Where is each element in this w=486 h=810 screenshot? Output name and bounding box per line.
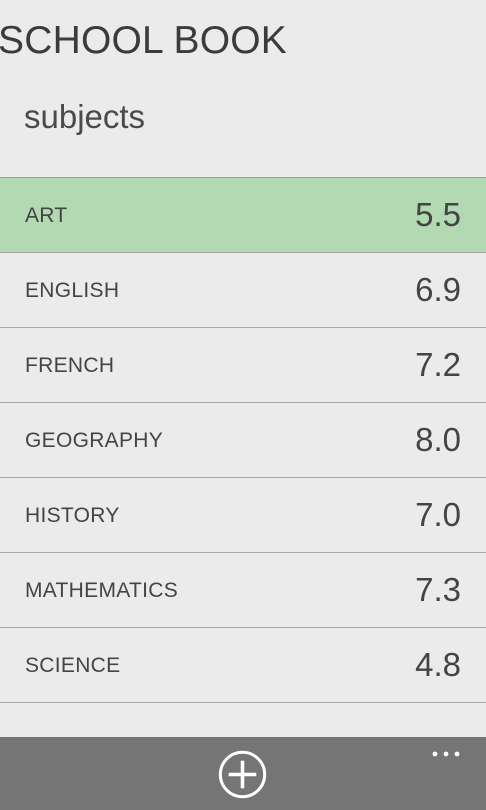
subject-row[interactable]: MATHEMATICS 7.3 — [0, 553, 486, 628]
subject-grade: 7.2 — [415, 346, 461, 383]
subject-grade: 4.8 — [415, 646, 461, 683]
subject-name: FRENCH — [25, 354, 115, 377]
subject-row[interactable]: ENGLISH 6.9 — [0, 253, 486, 328]
subject-name: HISTORY — [25, 504, 120, 527]
subject-name: SCIENCE — [25, 654, 121, 677]
add-circle-icon — [218, 750, 267, 799]
subject-grade: 7.3 — [415, 571, 461, 608]
subject-row[interactable]: ART 5.5 — [0, 178, 486, 253]
subject-grade: 6.9 — [415, 271, 461, 308]
subject-row[interactable]: HISTORY 7.0 — [0, 478, 486, 553]
application-bar — [0, 737, 486, 810]
app-title: SCHOOL BOOK — [0, 19, 287, 62]
section-title: subjects — [24, 98, 146, 135]
subject-row[interactable]: FRENCH 7.2 — [0, 328, 486, 403]
add-subject-button[interactable] — [218, 750, 267, 799]
subject-list: ART 5.5 ENGLISH 6.9 FRENCH 7.2 GEOGRAPHY… — [0, 177, 486, 704]
subject-row[interactable]: SCIENCE 4.8 — [0, 628, 486, 703]
subject-grade: 8.0 — [415, 421, 461, 458]
subject-grade: 5.5 — [415, 196, 461, 233]
subject-row[interactable]: GEOGRAPHY 8.0 — [0, 403, 486, 478]
subject-name: ENGLISH — [25, 279, 120, 302]
subject-name: MATHEMATICS — [25, 579, 179, 602]
subject-name: GEOGRAPHY — [25, 429, 164, 452]
subject-name: ART — [25, 204, 68, 227]
subject-grade: 7.0 — [415, 496, 461, 533]
more-options-button[interactable] — [429, 745, 463, 763]
more-ellipsis-icon — [432, 751, 460, 757]
